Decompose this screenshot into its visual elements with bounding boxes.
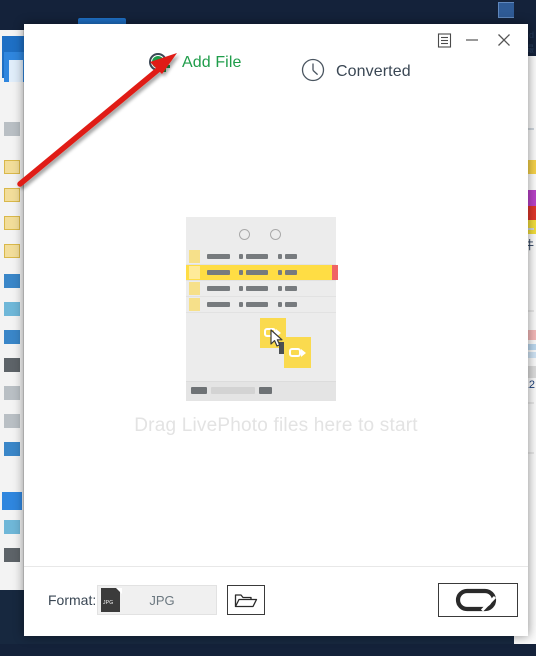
illustration-circle xyxy=(239,229,250,240)
convert-button[interactable] xyxy=(438,583,518,617)
background-sidebar-icon xyxy=(4,358,20,372)
illustration-bar xyxy=(285,302,297,307)
tab-converted[interactable]: Converted xyxy=(300,56,411,88)
tab-bar: Add File Converted xyxy=(24,53,528,88)
illustration-bar xyxy=(246,254,268,259)
video-file-card xyxy=(284,337,311,368)
illustration-bar xyxy=(207,302,230,307)
illustration-bar xyxy=(207,286,230,291)
tab-add-file[interactable]: Add File xyxy=(148,52,242,74)
background-sidebar-icon xyxy=(4,442,20,456)
illustration-bar xyxy=(278,302,282,307)
tab-converted-label: Converted xyxy=(336,63,411,80)
illustration-bar xyxy=(246,302,268,307)
background-sidebar-icon xyxy=(4,122,20,136)
illustration-bar xyxy=(207,270,230,275)
folder-open-icon[interactable] xyxy=(227,585,265,615)
close-icon[interactable] xyxy=(492,28,516,52)
format-label: Format: xyxy=(48,592,97,608)
background-taskbar xyxy=(0,644,536,656)
illustration-bar xyxy=(278,286,282,291)
illustration-circle xyxy=(270,229,281,240)
illustration-bar xyxy=(239,270,243,275)
background-sidebar-icon xyxy=(4,386,20,400)
illustration-status-item xyxy=(191,387,207,394)
bottom-toolbar: Format: JPG JPG xyxy=(24,566,528,636)
background-sidebar-icon xyxy=(4,244,20,258)
background-sidebar-icon xyxy=(4,548,20,562)
add-file-icon xyxy=(148,52,172,74)
illustration-status-item xyxy=(211,387,255,394)
illustration-bar xyxy=(246,270,268,275)
clock-icon xyxy=(300,57,326,88)
background-selected-tile-glyph xyxy=(9,60,23,82)
background-sidebar-icon xyxy=(4,188,20,202)
illustration-row-tag xyxy=(189,250,200,263)
background-right-glyph: d xyxy=(528,30,534,40)
illustration-accent-tab xyxy=(332,265,338,280)
background-sidebar-icon xyxy=(4,330,20,344)
background-sidebar-icon xyxy=(4,414,20,428)
format-select-value: JPG xyxy=(149,592,175,608)
illustration-row-tag xyxy=(189,266,200,279)
illustration-bar xyxy=(278,270,282,275)
drop-zone-prompt: Drag LivePhoto files here to start xyxy=(134,415,418,436)
illustration-row-tag xyxy=(189,282,200,295)
illustration-bar xyxy=(278,254,282,259)
illustration-bar xyxy=(285,254,297,259)
cursor-icon xyxy=(270,329,283,347)
illustration-bar xyxy=(207,254,230,259)
menu-icon[interactable] xyxy=(432,28,456,52)
illustration-bar xyxy=(239,286,243,291)
background-sidebar-icon xyxy=(4,216,20,230)
background-sidebar-icon xyxy=(4,520,20,534)
window-titlebar xyxy=(24,24,528,56)
app-window: Add File Converted Drag LivePhoto files … xyxy=(24,24,528,636)
minimize-icon[interactable] xyxy=(460,28,484,52)
illustration-bar xyxy=(246,286,268,291)
drop-zone[interactable]: Drag LivePhoto files here to start xyxy=(24,88,528,585)
jpg-file-icon: JPG xyxy=(101,588,122,612)
illustration-row-tag xyxy=(189,298,200,311)
illustration-bar xyxy=(285,270,297,275)
illustration-separator xyxy=(186,312,336,313)
background-sidebar-icon xyxy=(2,492,22,510)
format-select[interactable]: JPG JPG xyxy=(97,585,217,615)
background-sidebar-icon xyxy=(4,274,20,288)
illustration-status-item xyxy=(259,387,272,394)
illustration-bar xyxy=(239,254,243,259)
tab-add-file-label: Add File xyxy=(182,54,242,71)
convert-link-icon xyxy=(455,588,497,612)
illustration-bar xyxy=(239,302,243,307)
drag-drop-illustration xyxy=(186,217,338,401)
background-sidebar-icon xyxy=(4,302,20,316)
background-sidebar-icon xyxy=(4,160,20,174)
illustration-bar xyxy=(285,286,297,291)
